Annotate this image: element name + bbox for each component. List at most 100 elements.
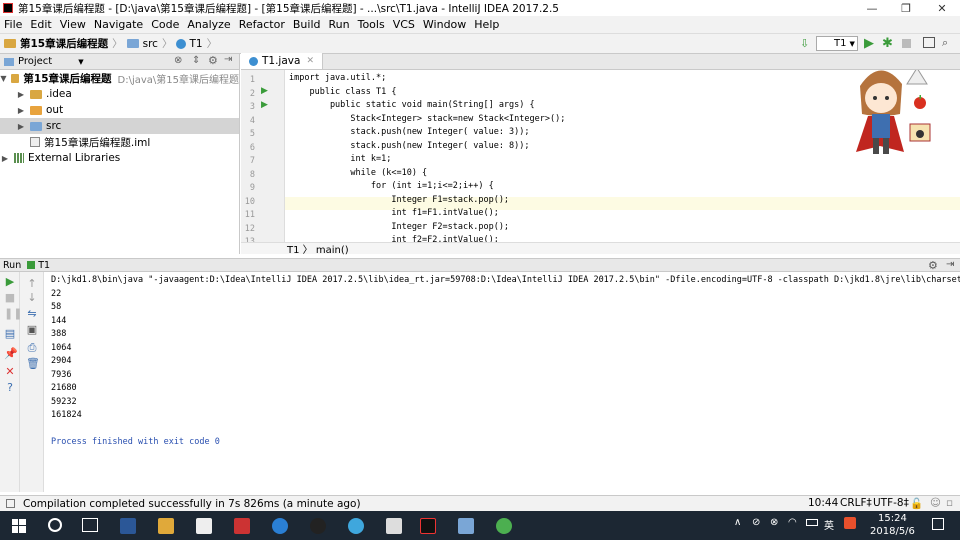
trash-icon[interactable]: 🗑 (26, 358, 40, 370)
tree-item-external-libraries[interactable]: ▶ External Libraries (0, 150, 239, 166)
line-number: 9 (249, 183, 255, 193)
battery-icon[interactable] (806, 519, 818, 526)
menu-vcs[interactable]: VCS (389, 18, 419, 31)
help-icon[interactable]: ? (4, 382, 16, 394)
gear-icon[interactable]: ⚙ (208, 54, 218, 67)
console-output[interactable]: D:\jkd1.8\bin\java "-javaagent:D:\Idea\I… (45, 272, 960, 492)
clock-date[interactable]: 2018/5/6 (870, 526, 915, 537)
maximize-button[interactable]: ❐ (890, 0, 922, 16)
task-view-icon[interactable] (82, 518, 98, 532)
tray-icon-2[interactable]: ⊗ (770, 517, 778, 528)
tree-item-iml[interactable]: 第15章课后编程题.iml (0, 134, 239, 150)
gear-icon[interactable]: ⚙ (928, 259, 938, 272)
down-arrow-icon[interactable]: ↓ (26, 292, 38, 304)
folder-icon (4, 39, 16, 48)
breadcrumb-t1[interactable]: T1 (189, 38, 202, 50)
tree-item-label: External Libraries (28, 152, 121, 164)
inspector-icon[interactable]: ☺ (930, 497, 941, 509)
build-icon[interactable]: ⇩ (800, 37, 809, 50)
app-blue-icon[interactable] (348, 518, 364, 534)
lock-icon[interactable]: 🔓 (910, 497, 923, 510)
wifi-icon[interactable]: ◠ (788, 517, 797, 528)
run-panel-label[interactable]: Run (3, 260, 21, 271)
run-config-select[interactable]: T1 ▼ (816, 36, 858, 51)
mail-icon[interactable] (386, 518, 402, 534)
qq-icon[interactable] (310, 518, 326, 534)
run-class-icon[interactable]: ▶ (261, 86, 268, 96)
menu-navigate[interactable]: Navigate (90, 18, 147, 31)
close-icon[interactable]: ✕ (4, 366, 16, 378)
sogou-icon[interactable] (844, 517, 856, 529)
tree-item-project-root[interactable]: ▼ 第15章课后编程题 D:\java\第15章课后编程题 (0, 70, 239, 86)
stop-icon[interactable] (902, 39, 911, 48)
run-main-icon[interactable]: ▶ (261, 100, 268, 110)
soft-wrap-icon[interactable]: ⇋ (26, 308, 38, 320)
wechat-icon[interactable] (496, 518, 512, 534)
hide-icon[interactable]: ⇥ (224, 54, 232, 65)
menu-tools[interactable]: Tools (354, 18, 389, 31)
tray-up-icon[interactable]: ∧ (734, 517, 741, 528)
tree-item-src[interactable]: ▶ src (0, 118, 239, 134)
menu-help[interactable]: Help (470, 18, 503, 31)
stop-icon[interactable]: ■ (4, 292, 16, 304)
rerun-icon[interactable]: ▶ (4, 276, 16, 288)
editor-tabs: T1.java ✕ (241, 53, 960, 70)
folder-icon (4, 57, 14, 66)
line-number: 10 (244, 196, 255, 207)
hide-panel-icon[interactable]: ⇥ (946, 259, 954, 270)
menu-file[interactable]: File (0, 18, 26, 31)
menu-view[interactable]: View (56, 18, 90, 31)
menu-analyze[interactable]: Analyze (183, 18, 234, 31)
method-breadcrumb[interactable]: T1 〉 main() (287, 241, 349, 256)
debug-icon[interactable]: ✱ (882, 36, 893, 51)
pin-icon[interactable]: 📌 (4, 348, 18, 360)
windows-start-icon[interactable] (12, 519, 26, 533)
run-tab-label[interactable]: T1 (38, 260, 50, 271)
menu-build[interactable]: Build (289, 18, 325, 31)
ime-indicator[interactable]: 英 (824, 517, 834, 532)
cortana-icon[interactable] (48, 518, 62, 532)
breadcrumb-src[interactable]: src (143, 38, 158, 50)
menu-refactor[interactable]: Refactor (235, 18, 289, 31)
print-icon[interactable]: ⎙ (26, 342, 38, 354)
sync-icon[interactable]: ⊗ (174, 55, 182, 66)
menu-window[interactable]: Window (419, 18, 470, 31)
tree-item-idea[interactable]: ▶ .idea (0, 86, 239, 102)
cursor-position[interactable]: 10:44 (808, 497, 838, 509)
minimize-button[interactable]: — (856, 0, 888, 16)
edge-icon[interactable] (272, 518, 288, 534)
close-tab-icon[interactable]: ✕ (306, 56, 314, 66)
app-red-icon[interactable] (234, 518, 250, 534)
search-icon[interactable]: ⌕ (942, 36, 948, 50)
notification-icon[interactable] (932, 518, 944, 530)
console-line: 59232 (51, 396, 77, 407)
project-panel-title[interactable]: Project (18, 56, 52, 67)
scroll-end-icon[interactable]: ▣ (26, 324, 38, 336)
line-separator[interactable]: CRLF‡ (840, 497, 872, 509)
tray-icon-1[interactable]: ⊘ (752, 517, 760, 528)
file-encoding[interactable]: UTF-8‡ (873, 497, 909, 509)
layout-icon[interactable]: ▤ (4, 328, 16, 340)
virtualbox-icon[interactable] (458, 518, 474, 534)
menu-run[interactable]: Run (325, 18, 354, 31)
menu-code[interactable]: Code (147, 18, 183, 31)
run-icon[interactable]: ▶ (864, 36, 874, 51)
breadcrumb-project[interactable]: 第15章课后编程题 (20, 36, 108, 51)
clock-time[interactable]: 15:24 (878, 513, 907, 524)
tab-t1-java[interactable]: T1.java ✕ (241, 53, 323, 69)
close-button[interactable]: ✕ (926, 0, 958, 16)
menu-edit[interactable]: Edit (26, 18, 55, 31)
intellij-taskbar-icon[interactable] (420, 518, 436, 534)
collapse-icon[interactable]: ⇕ (192, 55, 200, 66)
code-area[interactable]: import java.util.*; public class T1 { pu… (285, 70, 960, 242)
status-panel-icon[interactable] (6, 499, 15, 508)
store-icon[interactable] (196, 518, 212, 534)
tree-item-out[interactable]: ▶ out (0, 102, 239, 118)
word-icon[interactable] (120, 518, 136, 534)
event-log-icon[interactable]: ▫ (946, 497, 953, 509)
up-arrow-icon[interactable]: ↑ (26, 278, 38, 290)
code-line: stack.push(new Integer( value: 8)); (289, 140, 530, 151)
pause-icon[interactable]: ❚❚ (4, 308, 22, 320)
project-structure-icon[interactable] (923, 37, 935, 48)
files-icon[interactable] (158, 518, 174, 534)
